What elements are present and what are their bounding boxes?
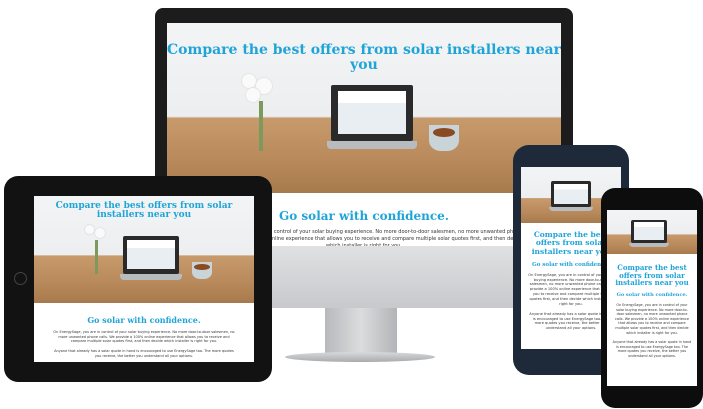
content-section: Go solar with confidence. On EnergySage,… (34, 303, 254, 362)
hero-headline: Compare the best offers from solar insta… (615, 263, 689, 288)
content-heading: Go solar with confidence. (616, 292, 688, 299)
phone-screen-2: Compare the best offers from solar insta… (607, 210, 697, 386)
laptop-image (629, 220, 669, 250)
content-body-secondary: Anyone that already has a solar quote in… (612, 340, 692, 358)
flowers-image (82, 224, 112, 284)
monitor-foot (285, 352, 435, 362)
hero-headline: Compare the best offers from solar insta… (167, 42, 561, 73)
home-button[interactable] (14, 272, 27, 285)
flowers-image (237, 73, 287, 153)
monitor-stand (325, 308, 397, 356)
content-heading: Go solar with confidence. (87, 315, 201, 325)
tablet-screen: Compare the best offers from solar insta… (34, 196, 254, 362)
tablet-device: Compare the best offers from solar insta… (4, 176, 272, 382)
hero-banner: Compare the best offers from solar insta… (34, 196, 254, 303)
laptop-image (327, 85, 417, 155)
laptop-image (549, 181, 593, 215)
coffee-cup-image (192, 262, 212, 279)
content-body-secondary: Anyone that already has a solar quote in… (54, 349, 234, 358)
hero-banner (607, 210, 697, 254)
laptop-image (120, 236, 182, 286)
coffee-cup-image (429, 125, 459, 151)
hero-headline: Compare the best offers from solar insta… (55, 201, 233, 221)
content-section: Compare the best offers from solar insta… (607, 254, 697, 386)
hero-banner: Compare the best offers from solar insta… (167, 23, 561, 193)
content-body: On EnergySage, you are in control of you… (614, 303, 689, 335)
phone-device-2: Compare the best offers from solar insta… (601, 188, 703, 408)
content-body: On EnergySage, you are in control of you… (53, 330, 235, 344)
